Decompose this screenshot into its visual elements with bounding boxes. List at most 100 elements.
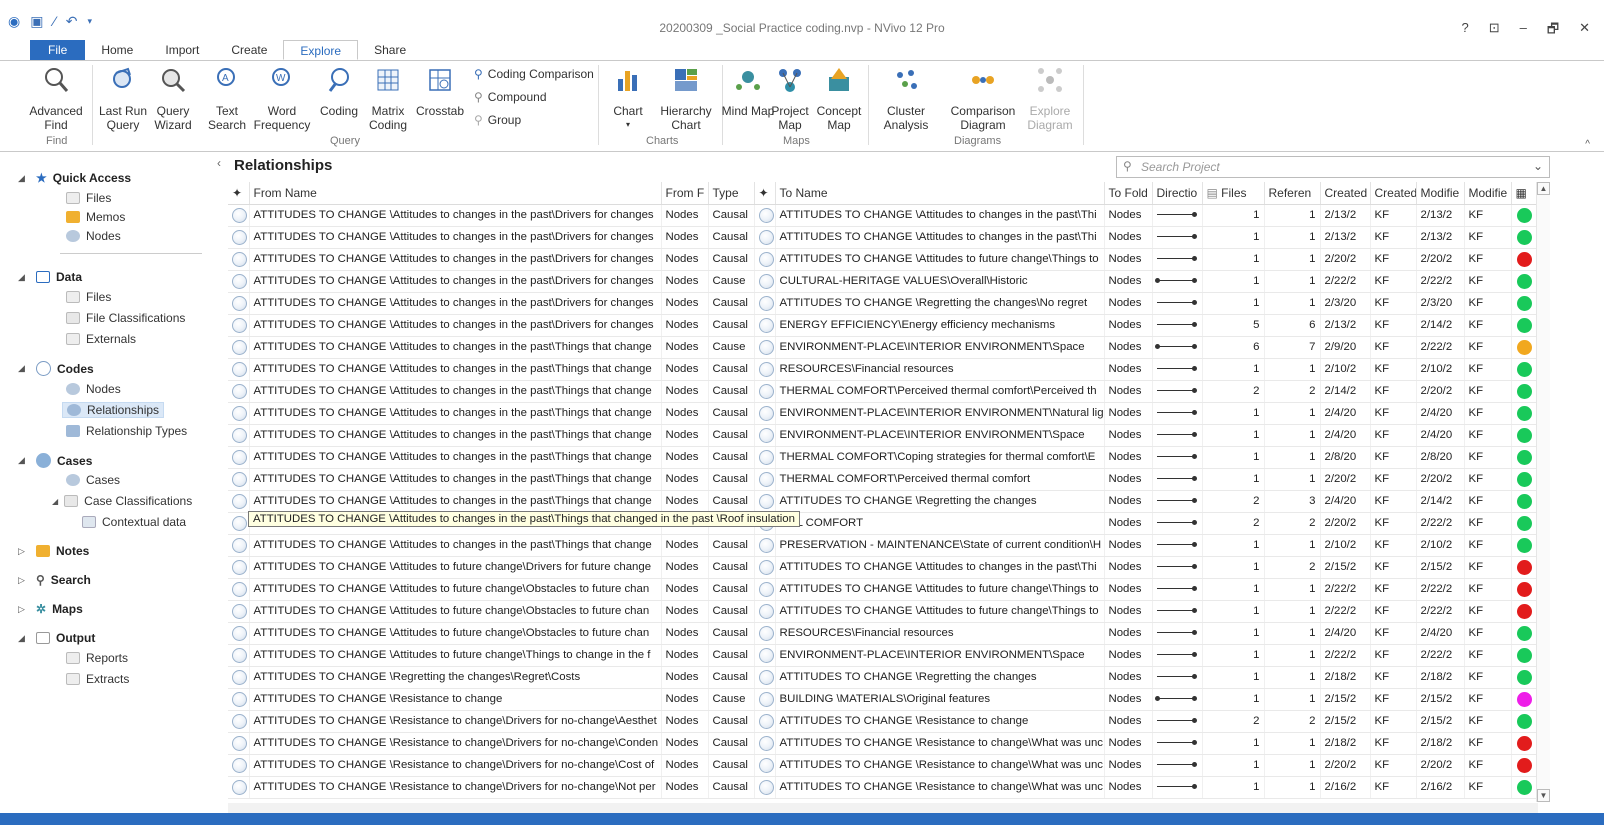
table-row[interactable]: ATTITUDES TO CHANGE \Attitudes to future… bbox=[228, 644, 1538, 667]
from-folder-cell: Nodes bbox=[661, 468, 709, 491]
nav-reports[interactable]: Reports bbox=[66, 651, 128, 665]
table-row[interactable]: ATTITUDES TO CHANGE \Attitudes to change… bbox=[228, 336, 1538, 359]
table-row[interactable]: ATTITUDES TO CHANGE \Resistance to chang… bbox=[228, 710, 1538, 733]
coding-comparison-button[interactable]: ⚲ Coding Comparison bbox=[474, 67, 594, 81]
scroll-up-icon[interactable]: ▲ bbox=[1537, 182, 1550, 195]
crosstab-button[interactable]: Crosstab bbox=[410, 65, 470, 118]
col-modified-by[interactable]: Modifie bbox=[1464, 182, 1512, 205]
table-row[interactable]: ATTITUDES TO CHANGE \Attitudes to change… bbox=[228, 292, 1538, 315]
ribbon-options-button[interactable]: ⊡ bbox=[1489, 20, 1500, 42]
table-row[interactable]: ATTITUDES TO CHANGE \Resistance to chang… bbox=[228, 732, 1538, 755]
nav-codes[interactable]: ◢ Codes bbox=[18, 361, 94, 376]
col-files[interactable]: ▤ Files bbox=[1202, 182, 1265, 205]
text-search-button[interactable]: A Text Search bbox=[197, 65, 257, 132]
tab-create[interactable]: Create bbox=[215, 40, 283, 60]
tab-home[interactable]: Home bbox=[85, 40, 149, 60]
table-row[interactable]: ATTITUDES TO CHANGE \Attitudes to change… bbox=[228, 468, 1538, 491]
nav-relationship-types[interactable]: Relationship Types bbox=[66, 424, 187, 438]
nav-relationships[interactable]: Relationships bbox=[62, 402, 165, 418]
scroll-down-icon[interactable]: ▼ bbox=[1537, 789, 1550, 802]
cluster-analysis-button[interactable]: Cluster Analysis bbox=[876, 65, 936, 132]
col-direction[interactable]: Directio bbox=[1152, 182, 1203, 205]
nav-cases[interactable]: ◢ Cases bbox=[18, 453, 92, 468]
tab-file[interactable]: File bbox=[30, 40, 86, 60]
nav-qa-memos[interactable]: Memos bbox=[66, 210, 125, 224]
horizontal-scrollbar[interactable] bbox=[228, 803, 1538, 813]
nav-qa-files[interactable]: Files bbox=[66, 191, 111, 205]
close-button[interactable]: ✕ bbox=[1579, 20, 1590, 42]
col-references[interactable]: Referen bbox=[1264, 182, 1321, 205]
query-wizard-button[interactable]: Query Wizard bbox=[143, 65, 203, 132]
concept-map-button[interactable]: Concept Map bbox=[809, 65, 869, 132]
matrix-coding-button[interactable]: Matrix Coding bbox=[358, 65, 418, 132]
nav-qa-nodes[interactable]: Nodes bbox=[66, 229, 121, 243]
table-row[interactable]: ATTITUDES TO CHANGE \Attitudes to change… bbox=[228, 424, 1538, 447]
nav-codes-nodes[interactable]: Nodes bbox=[66, 382, 121, 396]
from-icon-header[interactable]: ✦ bbox=[228, 182, 250, 205]
explore-diagram-button[interactable]: Explore Diagram bbox=[1020, 65, 1080, 132]
tab-explore[interactable]: Explore bbox=[283, 40, 359, 60]
table-row[interactable]: ATTITUDES TO CHANGE \Resistance to chang… bbox=[228, 688, 1538, 711]
collapse-nav-icon[interactable]: ‹ bbox=[217, 156, 221, 170]
col-from-folder[interactable]: From F bbox=[661, 182, 709, 205]
table-row[interactable]: ATTITUDES TO CHANGE \Regretting the chan… bbox=[228, 666, 1538, 689]
col-to-folder[interactable]: To Fold bbox=[1104, 182, 1153, 205]
col-created-by[interactable]: Created bbox=[1370, 182, 1417, 205]
table-row[interactable]: ATTITUDES TO CHANGE \Attitudes to future… bbox=[228, 578, 1538, 601]
group-query-button[interactable]: ⚲ Group bbox=[474, 113, 521, 127]
table-row[interactable]: ATTITUDES TO CHANGE \Attitudes to change… bbox=[228, 358, 1538, 381]
nav-data[interactable]: ◢ Data bbox=[18, 270, 82, 284]
nav-maps[interactable]: ▷ ✲ Maps bbox=[18, 602, 83, 616]
nav-externals[interactable]: Externals bbox=[66, 332, 136, 346]
help-button[interactable]: ? bbox=[1462, 20, 1469, 42]
col-created-on[interactable]: Created bbox=[1320, 182, 1371, 205]
collapse-ribbon-icon[interactable]: ^ bbox=[1585, 139, 1590, 150]
table-row[interactable]: ATTITUDES TO CHANGE \Resistance to chang… bbox=[228, 776, 1538, 799]
hierarchy-chart-button[interactable]: Hierarchy Chart bbox=[656, 65, 716, 132]
nav-cases-cases[interactable]: Cases bbox=[66, 473, 120, 487]
to-icon-header[interactable]: ✦ bbox=[754, 182, 776, 205]
table-row[interactable]: ATTITUDES TO CHANGE \Attitudes to change… bbox=[228, 226, 1538, 249]
nav-quick-access[interactable]: ◢ ★ Quick Access bbox=[18, 171, 131, 185]
chart-button[interactable]: Chart ▾ bbox=[598, 65, 658, 132]
table-row[interactable]: ATTITUDES TO CHANGE \Attitudes to change… bbox=[228, 380, 1538, 403]
nav-output[interactable]: ◢ Output bbox=[18, 631, 95, 645]
table-row[interactable]: ATTITUDES TO CHANGE \Attitudes to change… bbox=[228, 446, 1538, 469]
col-color[interactable]: ▦ bbox=[1511, 182, 1538, 205]
nav-search[interactable]: ▷ ⚲ Search bbox=[18, 573, 91, 587]
table-row[interactable]: ATTITUDES TO CHANGE \Attitudes to future… bbox=[228, 600, 1538, 623]
nav-case-classifications[interactable]: ◢ Case Classifications bbox=[52, 494, 192, 508]
nav-extracts[interactable]: Extracts bbox=[66, 672, 129, 686]
col-type[interactable]: Type bbox=[708, 182, 755, 205]
search-project-input[interactable]: ⚲ Search Project ⌄ bbox=[1116, 156, 1550, 178]
table-row[interactable]: ATTITUDES TO CHANGE \Attitudes to change… bbox=[228, 248, 1538, 271]
tab-share[interactable]: Share bbox=[358, 40, 422, 60]
table-row[interactable]: ATTITUDES TO CHANGE \Resistance to chang… bbox=[228, 754, 1538, 777]
vertical-scrollbar[interactable]: ▲ ▼ bbox=[1536, 182, 1550, 802]
table-row[interactable]: ATTITUDES TO CHANGE \Attitudes to change… bbox=[228, 204, 1538, 227]
col-from-name[interactable]: From Name bbox=[249, 182, 662, 205]
comparison-diagram-button[interactable]: Comparison Diagram bbox=[948, 65, 1018, 132]
chevron-down-icon[interactable]: ⌄ bbox=[1533, 159, 1543, 173]
col-to-name[interactable]: To Name bbox=[775, 182, 1105, 205]
nav-contextual-data[interactable]: Contextual data bbox=[82, 515, 186, 529]
table-row[interactable]: ATTITUDES TO CHANGE \Attitudes to change… bbox=[228, 402, 1538, 425]
minimize-button[interactable]: – bbox=[1520, 20, 1527, 42]
advanced-find-button[interactable]: Advanced Find bbox=[26, 65, 86, 132]
table-row[interactable]: ATTITUDES TO CHANGE \Attitudes to future… bbox=[228, 556, 1538, 579]
table-row[interactable]: ATTITUDES TO CHANGE \Attitudes to change… bbox=[228, 314, 1538, 337]
tab-import[interactable]: Import bbox=[149, 40, 215, 60]
node-icon bbox=[758, 317, 774, 333]
nav-file-classifications[interactable]: File Classifications bbox=[66, 311, 185, 325]
restore-button[interactable]: 🗗 bbox=[1547, 20, 1559, 42]
table-row[interactable]: ATTITUDES TO CHANGE \Attitudes to change… bbox=[228, 270, 1538, 293]
col-modified-on[interactable]: Modifie bbox=[1416, 182, 1465, 205]
table-row[interactable]: ATTITUDES TO CHANGE \Attitudes to change… bbox=[228, 534, 1538, 557]
table-row[interactable]: ATTITUDES TO CHANGE \Attitudes to change… bbox=[228, 490, 1538, 513]
table-row[interactable]: ATTITUDES TO CHANGE \Attitudes to future… bbox=[228, 622, 1538, 645]
type-cell: Causal bbox=[708, 710, 755, 733]
nav-notes[interactable]: ▷ Notes bbox=[18, 544, 89, 558]
word-frequency-button[interactable]: W Word Frequency bbox=[252, 65, 312, 132]
nav-data-files[interactable]: Files bbox=[66, 290, 111, 304]
compound-button[interactable]: ⚲ Compound bbox=[474, 90, 547, 104]
